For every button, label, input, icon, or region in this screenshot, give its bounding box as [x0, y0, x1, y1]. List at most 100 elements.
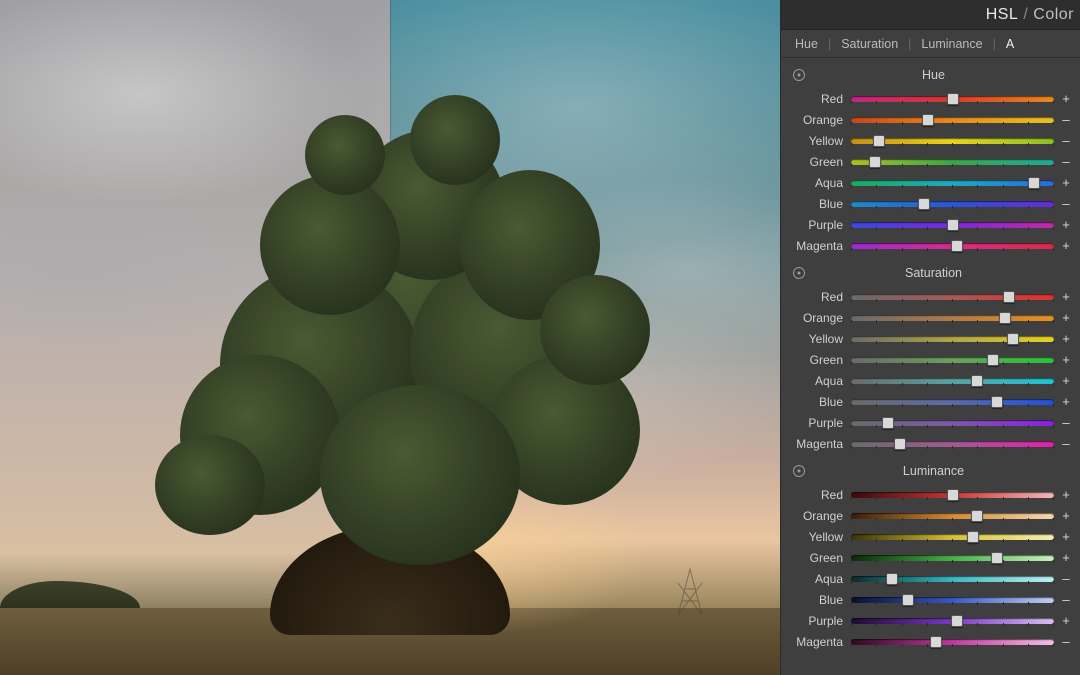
slider-handle[interactable] — [1028, 177, 1040, 189]
slider-label: Green — [789, 353, 845, 367]
slider-row-hue-green: Green– — [789, 151, 1072, 172]
tab-luminance[interactable]: Luminance — [911, 37, 992, 51]
slider-saturation-yellow[interactable] — [851, 332, 1054, 346]
value-sign: + — [1060, 550, 1072, 565]
group-title: Luminance — [813, 464, 1072, 478]
slider-label: Blue — [789, 593, 845, 607]
value-sign: + — [1060, 289, 1072, 304]
tab-saturation[interactable]: Saturation — [831, 37, 908, 51]
slider-luminance-purple[interactable] — [851, 614, 1054, 628]
targeted-adjustment-icon[interactable] — [793, 69, 805, 81]
group-title: Hue — [813, 68, 1072, 82]
slider-luminance-yellow[interactable] — [851, 530, 1054, 544]
slider-row-hue-red: Red+ — [789, 88, 1072, 109]
slider-handle[interactable] — [967, 531, 979, 543]
slider-handle[interactable] — [922, 114, 934, 126]
slider-row-hue-yellow: Yellow– — [789, 130, 1072, 151]
slider-luminance-green[interactable] — [851, 551, 1054, 565]
value-sign: + — [1060, 529, 1072, 544]
slider-handle[interactable] — [1007, 333, 1019, 345]
panel-title-bar[interactable]: HSL / Color — [781, 0, 1080, 30]
slider-hue-red[interactable] — [851, 92, 1054, 106]
slider-handle[interactable] — [999, 312, 1011, 324]
slider-saturation-green[interactable] — [851, 353, 1054, 367]
slider-row-luminance-blue: Blue – — [789, 589, 1072, 610]
slider-handle[interactable] — [951, 615, 963, 627]
slider-label: Red — [789, 488, 845, 502]
slider-handle[interactable] — [947, 219, 959, 231]
slider-hue-green[interactable] — [851, 155, 1054, 169]
image-preview — [0, 0, 780, 675]
value-sign: + — [1060, 310, 1072, 325]
slider-handle[interactable] — [951, 240, 963, 252]
slider-handle[interactable] — [902, 594, 914, 606]
value-sign: – — [1060, 592, 1072, 607]
slider-handle[interactable] — [947, 93, 959, 105]
slider-hue-orange[interactable] — [851, 113, 1054, 127]
slider-label: Purple — [789, 416, 845, 430]
slider-hue-aqua[interactable] — [851, 176, 1054, 190]
slider-saturation-magenta[interactable] — [851, 437, 1054, 451]
slider-label: Green — [789, 551, 845, 565]
slider-hue-purple[interactable] — [851, 218, 1054, 232]
slider-luminance-aqua[interactable] — [851, 572, 1054, 586]
value-sign: + — [1060, 352, 1072, 367]
tab-hue[interactable]: Hue — [785, 37, 828, 51]
slider-handle[interactable] — [991, 552, 1003, 564]
slider-row-luminance-magenta: Magenta – — [789, 631, 1072, 652]
slider-saturation-purple[interactable] — [851, 416, 1054, 430]
slider-handle[interactable] — [886, 573, 898, 585]
slider-saturation-orange[interactable] — [851, 311, 1054, 325]
value-sign: – — [1060, 415, 1072, 430]
slider-luminance-magenta[interactable] — [851, 635, 1054, 649]
slider-row-luminance-purple: Purple+ — [789, 610, 1072, 631]
slider-handle[interactable] — [873, 135, 885, 147]
targeted-adjustment-icon[interactable] — [793, 267, 805, 279]
group-title: Saturation — [813, 266, 1072, 280]
slider-label: Yellow — [789, 332, 845, 346]
slider-luminance-red[interactable] — [851, 488, 1054, 502]
slider-label: Magenta — [789, 635, 845, 649]
slider-handle[interactable] — [947, 489, 959, 501]
panel-title-color: Color — [1033, 6, 1074, 24]
tab-a[interactable]: A — [996, 37, 1024, 51]
slider-handle[interactable] — [882, 417, 894, 429]
slider-saturation-aqua[interactable] — [851, 374, 1054, 388]
slider-luminance-blue[interactable] — [851, 593, 1054, 607]
slider-hue-blue[interactable] — [851, 197, 1054, 211]
slider-row-hue-aqua: Aqua+ — [789, 172, 1072, 193]
value-sign: – — [1060, 634, 1072, 649]
slider-luminance-orange[interactable] — [851, 509, 1054, 523]
slider-handle[interactable] — [918, 198, 930, 210]
targeted-adjustment-icon[interactable] — [793, 465, 805, 477]
slider-handle[interactable] — [1003, 291, 1015, 303]
slider-label: Aqua — [789, 374, 845, 388]
slider-handle[interactable] — [987, 354, 999, 366]
slider-label: Magenta — [789, 437, 845, 451]
value-sign: + — [1060, 217, 1072, 232]
slider-row-saturation-purple: Purple – — [789, 412, 1072, 433]
slider-hue-magenta[interactable] — [851, 239, 1054, 253]
value-sign: + — [1060, 331, 1072, 346]
slider-row-saturation-magenta: Magenta– — [789, 433, 1072, 454]
slider-label: Green — [789, 155, 845, 169]
group-hue: HueRed+Orange–Yellow–Green–Aqua+Blue–Pur… — [789, 68, 1072, 256]
slider-handle[interactable] — [971, 375, 983, 387]
slider-handle[interactable] — [894, 438, 906, 450]
slider-row-luminance-yellow: Yellow+ — [789, 526, 1072, 547]
slider-saturation-red[interactable] — [851, 290, 1054, 304]
slider-label: Blue — [789, 197, 845, 211]
slider-saturation-blue[interactable] — [851, 395, 1054, 409]
slider-row-saturation-aqua: Aqua+ — [789, 370, 1072, 391]
slider-handle[interactable] — [869, 156, 881, 168]
group-luminance: LuminanceRed+Orange+Yellow+Green+Aqua–Bl… — [789, 464, 1072, 652]
slider-handle[interactable] — [930, 636, 942, 648]
value-sign: – — [1060, 133, 1072, 148]
slider-handle[interactable] — [991, 396, 1003, 408]
slider-row-saturation-green: Green + — [789, 349, 1072, 370]
value-sign: + — [1060, 91, 1072, 106]
slider-hue-yellow[interactable] — [851, 134, 1054, 148]
slider-handle[interactable] — [971, 510, 983, 522]
slider-row-hue-purple: Purple+ — [789, 214, 1072, 235]
value-sign: + — [1060, 394, 1072, 409]
